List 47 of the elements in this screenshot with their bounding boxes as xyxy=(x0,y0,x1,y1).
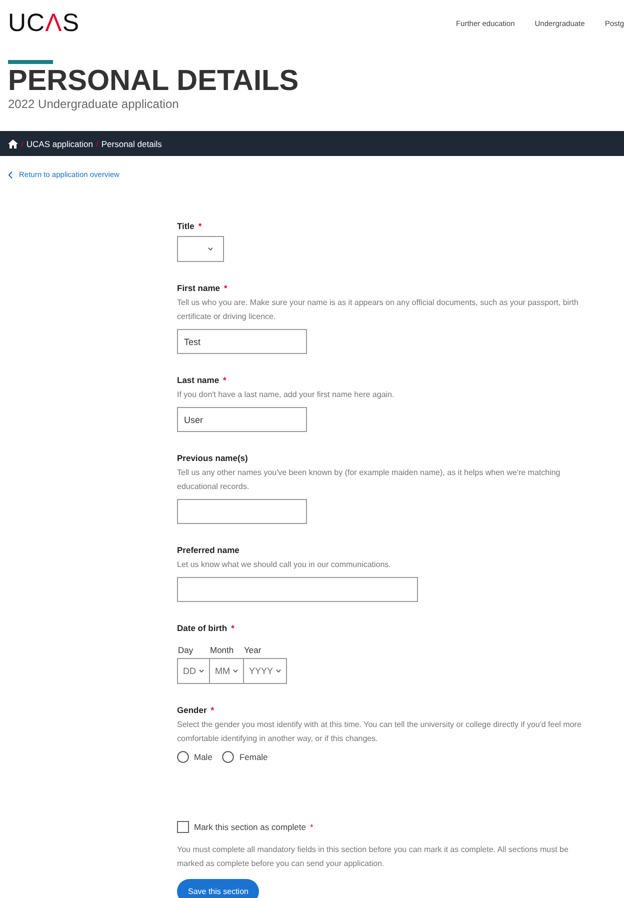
save-button[interactable]: Save this section xyxy=(177,879,260,898)
home-icon[interactable] xyxy=(8,138,18,148)
date-part-label: Month xyxy=(209,644,235,656)
field-hint: Select the gender you most identify with at this time. You can tell the university or college directly if you'd feel more comfortable identifying in another way, or if this changes. xyxy=(177,719,582,745)
field-hint: Tell us who you are. Make sure your name is as it appears on any official documents, such as your passport, birth certificate or driving licence. xyxy=(177,297,580,323)
breadcrumb-link[interactable]: UCAS application xyxy=(26,138,93,148)
date-select[interactable]: YYYY xyxy=(243,658,288,684)
date-part-label: Year xyxy=(243,644,262,656)
field-hint: Let us know what we should call you in our communications. xyxy=(177,559,392,571)
text-input-field[interactable]: User xyxy=(177,407,307,432)
date-select[interactable]: DD xyxy=(177,658,210,684)
completion-note: You must complete all mandatory fields in this section before you can mark it as complete. All sections must be marked as complete before you can send your application. xyxy=(177,844,570,870)
radio-option[interactable]: Female xyxy=(222,751,268,763)
field-hint: Tell us any other names you've been known by (for example maiden name), as it helps when we're matching educational records. xyxy=(177,467,562,493)
breadcrumb-link[interactable]: Personal details xyxy=(101,138,162,148)
text-input-field[interactable] xyxy=(177,499,307,524)
text-input-field[interactable]: Test xyxy=(177,329,307,354)
chevron-left-icon xyxy=(8,170,13,178)
caret-icon xyxy=(208,247,213,251)
field-label: Preferred name xyxy=(177,544,240,556)
page-title: PERSONAL DETAILS xyxy=(8,66,300,96)
caret-icon xyxy=(276,669,282,673)
radio-label: Female xyxy=(239,752,268,762)
breadcrumb-separator: / xyxy=(21,138,24,148)
text-input-field[interactable] xyxy=(177,577,418,602)
field-label: Previous name(s) xyxy=(177,452,249,464)
caret-icon xyxy=(199,669,204,673)
checkbox[interactable] xyxy=(177,821,189,833)
ucas-logo[interactable]: UCΛS xyxy=(8,9,80,37)
radio-button[interactable] xyxy=(222,751,234,763)
page-subtitle: 2022 Undergraduate application xyxy=(8,97,180,111)
radio-label: Male xyxy=(194,752,212,762)
accent-bar xyxy=(8,60,53,64)
field-label: Date of birth * xyxy=(177,622,236,634)
breadcrumb-separator: / xyxy=(96,138,98,148)
field-label: Last name * xyxy=(177,374,228,386)
field-label: Gender * xyxy=(177,704,216,716)
date-select[interactable]: MM xyxy=(209,658,244,684)
radio-button[interactable] xyxy=(177,751,189,763)
field-label: Title * xyxy=(177,220,203,232)
field-hint: If you don't have a last name, add your first name here again. xyxy=(177,389,396,401)
title-select[interactable] xyxy=(177,236,224,262)
caret-icon xyxy=(233,669,238,673)
radio-option[interactable]: Male xyxy=(177,751,212,763)
checkbox-label: Mark this section as complete * xyxy=(194,822,314,832)
field-label: First name * xyxy=(177,282,228,294)
date-part-label: Day xyxy=(177,644,194,656)
